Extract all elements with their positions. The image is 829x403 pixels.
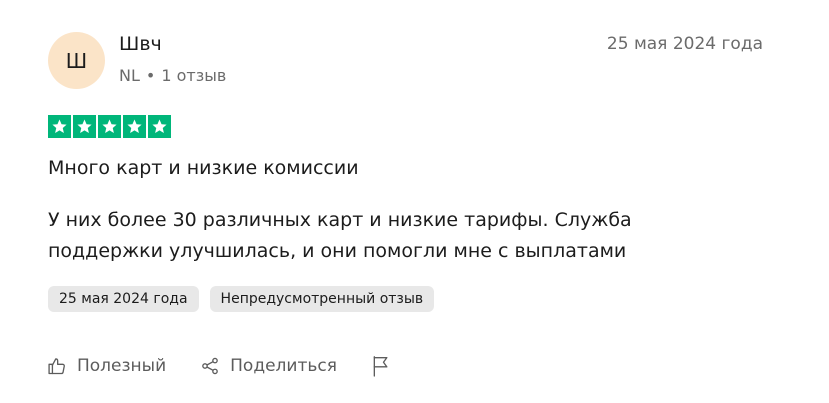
star-icon [48,115,71,138]
meta-separator: • [145,66,156,85]
review-chips: 25 мая 2024 года Непредусмотренный отзыв [48,286,435,312]
unsolicited-review-chip[interactable]: Непредусмотренный отзыв [209,286,435,312]
star-icon [73,115,96,138]
avatar-initials: Ш [65,48,88,73]
share-label: Поделиться [230,356,337,376]
star-rating [48,115,171,138]
flag-icon [370,355,392,377]
useful-label: Полезный [77,356,167,376]
review-date: 25 мая 2024 года [606,34,763,54]
reviewer-country: NL [119,66,140,85]
review-title[interactable]: Много карт и низкие комиссии [48,157,359,179]
reviewer-review-count: 1 отзыв [161,66,227,85]
reviewer-name[interactable]: Швч [119,33,162,55]
review-actions: Полезный Поделиться [46,352,392,380]
share-icon [199,355,221,377]
avatar[interactable]: Ш [48,32,105,89]
share-button[interactable]: Поделиться [199,355,337,377]
star-icon [148,115,171,138]
review-body: У них более 30 различных карт и низкие т… [48,209,632,262]
reviewer-meta: NL • 1 отзыв [119,66,226,85]
star-icon [98,115,121,138]
star-icon [123,115,146,138]
experience-date-chip: 25 мая 2024 года [48,286,199,312]
useful-button[interactable]: Полезный [46,355,166,377]
review-card: Ш Швч NL • 1 отзыв 25 мая 2024 года Много … [0,0,829,403]
report-button[interactable] [370,355,392,377]
thumbs-up-icon [46,355,68,377]
